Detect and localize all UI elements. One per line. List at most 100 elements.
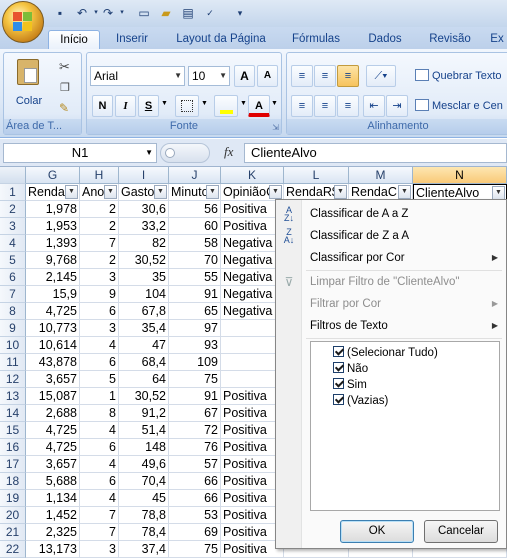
table-cell[interactable]: 35,4 xyxy=(119,320,169,337)
sort-by-color-item[interactable]: Classificar por Cor ▶ xyxy=(276,247,506,269)
table-cell[interactable]: 68,4 xyxy=(119,354,169,371)
underline-dropdown-icon[interactable]: ▼ xyxy=(161,100,168,107)
table-cell[interactable]: 1,134 xyxy=(26,490,80,507)
table-cell[interactable]: 4 xyxy=(80,490,119,507)
table-cell[interactable]: 7 xyxy=(80,235,119,252)
clear-filter-item[interactable]: ⊽ Limpar Filtro de "ClienteAlvo" xyxy=(276,271,506,293)
table-cell[interactable]: 37,4 xyxy=(119,541,169,558)
table-cell[interactable]: 78,8 xyxy=(119,507,169,524)
table-cell[interactable]: 4 xyxy=(80,337,119,354)
table-cell[interactable]: 47 xyxy=(119,337,169,354)
table-cell[interactable]: 10,773 xyxy=(26,320,80,337)
bold-button[interactable]: N xyxy=(92,95,113,117)
table-cell[interactable]: 6 xyxy=(80,473,119,490)
row-header[interactable]: 15 xyxy=(0,422,26,439)
table-cell[interactable]: 55 xyxy=(169,269,221,286)
table-cell[interactable]: 91 xyxy=(169,286,221,303)
table-cell[interactable]: 75 xyxy=(169,371,221,388)
checkbox-checked[interactable] xyxy=(333,378,344,389)
row-header[interactable]: 22 xyxy=(0,541,26,558)
text-filters-item[interactable]: Filtros de Texto ▶ xyxy=(276,315,506,337)
row-header[interactable]: 21 xyxy=(0,524,26,541)
table-cell[interactable]: 6 xyxy=(80,303,119,320)
row-header[interactable]: 1 xyxy=(0,184,26,201)
table-cell[interactable]: 60 xyxy=(169,218,221,235)
table-cell[interactable]: 58 xyxy=(169,235,221,252)
table-cell[interactable]: 2,688 xyxy=(26,405,80,422)
row-header[interactable]: 8 xyxy=(0,303,26,320)
table-cell[interactable]: 1,452 xyxy=(26,507,80,524)
table-cell[interactable]: 3,657 xyxy=(26,456,80,473)
sort-a-to-z-item[interactable]: A Z↓ Classificar de A a Z xyxy=(276,203,506,225)
italic-button[interactable]: I xyxy=(115,95,136,117)
filter-dropdown-button[interactable]: ▼ xyxy=(206,185,219,199)
column-header-m[interactable]: M xyxy=(349,167,413,184)
decrease-indent-button[interactable]: ⇤ xyxy=(363,95,385,117)
column-header-j[interactable]: J xyxy=(169,167,221,184)
table-cell[interactable]: 67 xyxy=(169,405,221,422)
tab-inserir[interactable]: Inserir xyxy=(106,30,158,49)
checkbox-checked[interactable] xyxy=(333,362,344,373)
table-cell[interactable]: 43,878 xyxy=(26,354,80,371)
table-cell[interactable]: 7 xyxy=(80,524,119,541)
table-cell[interactable]: 2 xyxy=(80,218,119,235)
save-icon[interactable]: ▪ xyxy=(52,5,68,21)
merge-center-button[interactable]: Mesclar e Cen xyxy=(415,95,507,117)
row-header[interactable]: 12 xyxy=(0,371,26,388)
row-header[interactable]: 5 xyxy=(0,252,26,269)
table-cell[interactable]: 53 xyxy=(169,507,221,524)
borders-button[interactable] xyxy=(175,95,199,117)
align-center-button[interactable]: ≡ xyxy=(314,95,336,117)
open-folder-icon[interactable]: ▰ xyxy=(158,5,174,21)
row-header[interactable]: 18 xyxy=(0,473,26,490)
row-header[interactable]: 6 xyxy=(0,269,26,286)
table-cell[interactable]: 4 xyxy=(80,422,119,439)
table-cell[interactable]: 3,657 xyxy=(26,371,80,388)
table-cell[interactable]: 70,4 xyxy=(119,473,169,490)
customize-qat-icon[interactable]: ▾ xyxy=(232,5,248,21)
filter-dropdown-button[interactable]: ▼ xyxy=(492,186,505,200)
table-cell[interactable]: 5,688 xyxy=(26,473,80,490)
tab-dados[interactable]: Dados xyxy=(362,30,408,49)
filter-dropdown-button[interactable]: ▼ xyxy=(269,185,282,199)
table-cell[interactable]: 93 xyxy=(169,337,221,354)
column-header-h[interactable]: H xyxy=(80,167,119,184)
row-header[interactable]: 19 xyxy=(0,490,26,507)
orientation-button[interactable]: ⟋▾ xyxy=(366,65,396,87)
filter-dropdown-button[interactable]: ▼ xyxy=(154,185,167,199)
font-size-select[interactable]: 10 ▼ xyxy=(188,66,230,86)
header-cell[interactable]: Anos ▼ xyxy=(80,184,119,201)
column-header-g[interactable]: G xyxy=(26,167,80,184)
formula-bar-splitter[interactable] xyxy=(160,143,210,163)
table-cell[interactable]: 70 xyxy=(169,252,221,269)
table-cell[interactable]: 78,4 xyxy=(119,524,169,541)
insert-function-icon[interactable]: fx xyxy=(224,144,233,160)
cancel-button[interactable]: Cancelar xyxy=(424,520,498,543)
table-cell[interactable]: 66 xyxy=(169,473,221,490)
spelling-icon[interactable]: ✓ xyxy=(202,5,218,21)
table-cell[interactable]: 45 xyxy=(119,490,169,507)
table-cell[interactable]: 109 xyxy=(169,354,221,371)
tab-inicio[interactable]: Início xyxy=(48,30,100,49)
option-vazias[interactable]: (Vazias) xyxy=(333,393,388,409)
column-header-i[interactable]: I xyxy=(119,167,169,184)
table-cell[interactable]: 2 xyxy=(80,252,119,269)
filter-dropdown-button[interactable]: ▼ xyxy=(398,185,411,199)
row-header[interactable]: 4 xyxy=(0,235,26,252)
header-cell[interactable]: Renda ▼ xyxy=(26,184,80,201)
align-left-button[interactable]: ≡ xyxy=(291,95,313,117)
grow-font-button[interactable]: A xyxy=(234,65,255,87)
table-cell[interactable]: 3 xyxy=(80,320,119,337)
row-header[interactable]: 11 xyxy=(0,354,26,371)
table-cell[interactable]: 64 xyxy=(119,371,169,388)
table-cell[interactable]: 104 xyxy=(119,286,169,303)
table-cell[interactable]: 9,768 xyxy=(26,252,80,269)
table-cell[interactable]: 7 xyxy=(80,507,119,524)
redo-dropdown-icon[interactable]: ▾ xyxy=(114,5,130,21)
formula-input[interactable]: ClienteAlvo xyxy=(244,143,507,163)
column-header-n[interactable]: N xyxy=(413,167,507,184)
table-cell[interactable]: 75 xyxy=(169,541,221,558)
select-all-option[interactable]: (Selecionar Tudo) xyxy=(333,345,438,361)
row-header[interactable]: 3 xyxy=(0,218,26,235)
wrap-text-button[interactable]: Quebrar Texto xyxy=(415,65,507,87)
